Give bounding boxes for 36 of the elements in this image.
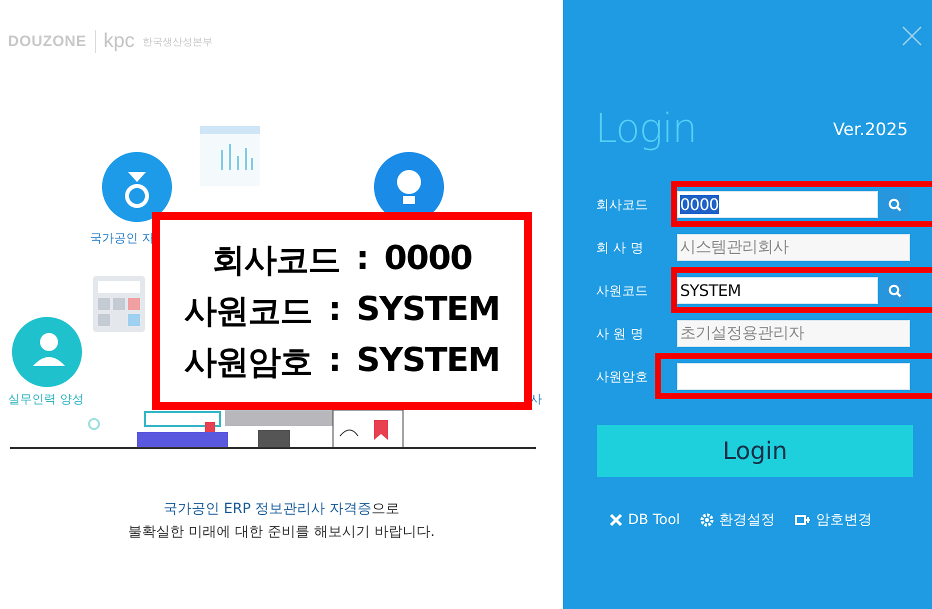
chart-card-icon	[200, 126, 260, 186]
search-button[interactable]	[880, 191, 909, 218]
footer-link[interactable]: 암호변경	[795, 511, 872, 529]
version-label: Ver.2025	[833, 120, 908, 142]
field-label: 회사코드	[596, 196, 649, 214]
annotation-value: 0000	[384, 238, 472, 278]
settings-icon	[700, 513, 714, 527]
calculator-icon	[93, 276, 145, 332]
field-label: 사원암호	[596, 368, 649, 386]
illustration-label: 실무인력 양성	[8, 391, 84, 408]
input-field[interactable]: 0000	[677, 191, 878, 218]
message-text: 불확실한 미래에 대한 준비를 해보시기 바랍니다.	[128, 523, 435, 542]
field-label: 사 원 명	[596, 326, 644, 342]
ring-icon	[88, 418, 100, 430]
footer-link[interactable]: 환경설정	[700, 511, 776, 529]
logo: kpc	[94, 30, 135, 53]
annotation-label: 사원코드	[184, 290, 312, 332]
input-field[interactable]: SYSTEM	[677, 277, 878, 304]
close-icon[interactable]	[902, 26, 922, 46]
message-text: 국가공인 ERP 정보관리사 자격증으로	[163, 500, 400, 519]
annotation-value: SYSTEM	[356, 340, 500, 380]
person-icon	[12, 317, 82, 387]
search-icon	[888, 198, 902, 212]
annotation-label: 회사코드	[212, 238, 340, 280]
field-label: 사원코드	[596, 282, 649, 300]
annotation-label: 사원암호	[184, 340, 312, 382]
footer-link[interactable]: DB Tool	[609, 511, 680, 529]
field-label: 회 사 명	[596, 240, 644, 256]
annotation-separator: :	[356, 238, 368, 278]
search-button[interactable]	[880, 277, 909, 304]
login-button[interactable]: Login	[597, 425, 913, 477]
search-icon	[888, 284, 902, 298]
annotation-value: SYSTEM	[356, 288, 500, 330]
annotation-separator: :	[328, 288, 340, 330]
annotation-separator: :	[328, 340, 340, 380]
input-field[interactable]	[677, 363, 910, 390]
